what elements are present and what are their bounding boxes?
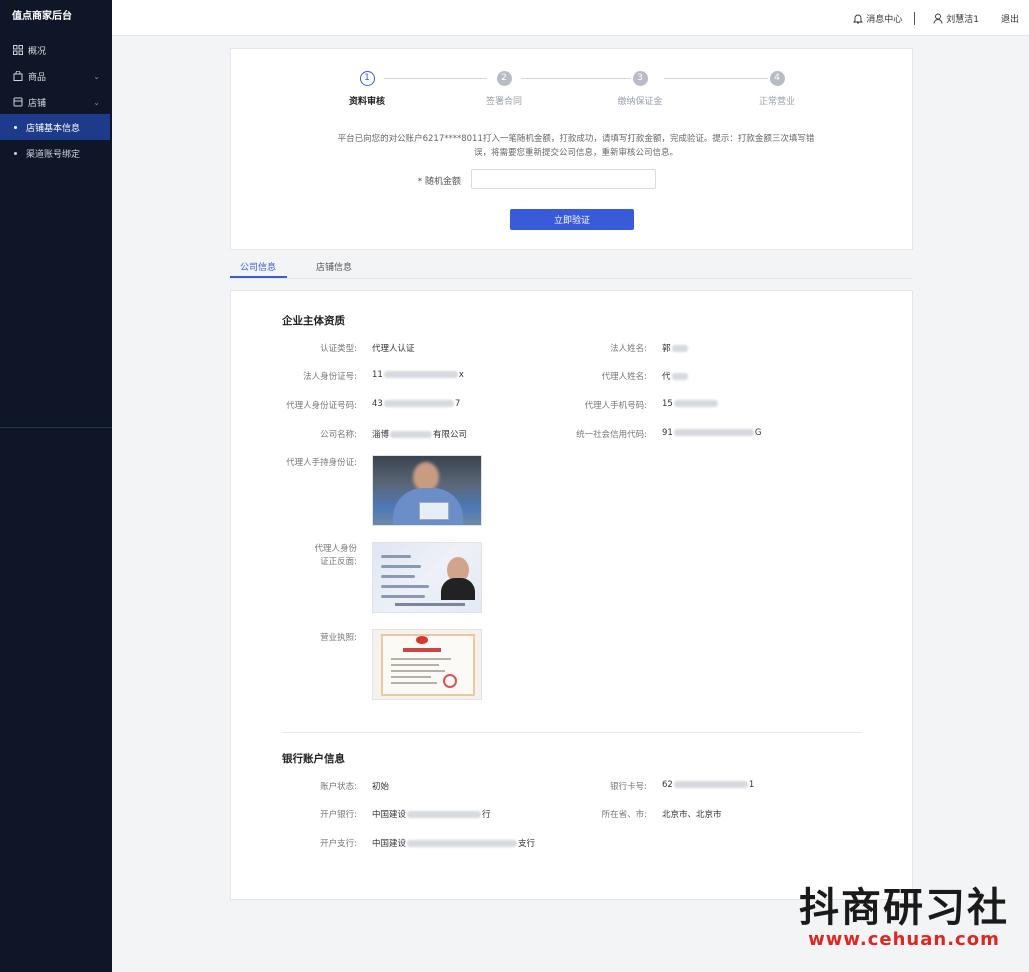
company-section-title: 企业主体资质 [282, 315, 345, 327]
chevron-down-icon: ⌄ [93, 71, 100, 81]
bag-icon [12, 71, 23, 82]
user-menu[interactable]: 刘慧洁1 [933, 12, 979, 25]
business-license-photo[interactable] [372, 629, 482, 700]
watermark: 抖商研习社 www.cehuan.com [799, 886, 1009, 950]
watermark-url: www.cehuan.com [808, 929, 1000, 950]
logout-label: 退出 [1000, 14, 1019, 25]
company-name-value: 淄博 有限公司 [372, 430, 468, 440]
branch-value: 中国建设 支行 [372, 839, 536, 849]
sidebar-item-channel-binding[interactable]: 渠道账号绑定 [0, 140, 110, 166]
brand-title: 值点商家后台 [12, 11, 72, 22]
agent-phone-value: 15 [662, 399, 719, 409]
step-number: 2 [496, 71, 512, 86]
section-divider [282, 732, 862, 733]
bank-card-value: 62 1 [662, 780, 755, 790]
dashboard-icon [12, 45, 23, 56]
step-3: 3 缴纳保证金 [590, 71, 690, 107]
verification-notice: 平台已向您的对公账户6217****8011打入一笔随机金额，打款成功，请填写打… [337, 134, 815, 158]
nav-label-products: 商品 [28, 72, 47, 83]
user-name: 刘慧洁1 [946, 14, 979, 25]
agent-id-front-back-label: 代理人身份证正反面: [314, 544, 357, 567]
message-center-link[interactable]: 消息中心 [853, 12, 902, 25]
bell-icon [853, 14, 864, 23]
branch-label: 开户支行: [320, 839, 357, 849]
verification-card: 1 资料审核 2 签署合同 3 缴纳保证金 4 正常营业 平台已向您的对公账户6… [230, 48, 913, 250]
amount-label: * 随机金额 [417, 177, 461, 187]
bullet-icon [14, 151, 17, 155]
bank-name-value: 中国建设行 [372, 810, 491, 820]
active-tab-indicator [230, 276, 287, 278]
cert-type-value: 代理人认证 [372, 344, 415, 354]
sidebar: 值点商家后台 概况 商品 ⌄ 店铺 ⌄ 店铺基本信息 渠道账号绑定 [0, 0, 112, 972]
step-label: 缴纳保证金 [617, 97, 663, 107]
step-4: 4 正常营业 [727, 71, 827, 107]
bank-name-label: 开户银行: [320, 810, 357, 820]
region-value: 北京市、北京市 [662, 810, 722, 820]
sub-label-store-basic-info: 店铺基本信息 [26, 123, 81, 134]
sub-label-channel-binding: 渠道账号绑定 [26, 149, 81, 160]
step-label: 资料审核 [348, 97, 385, 107]
bank-card-label: 银行卡号: [610, 782, 647, 792]
logout-link[interactable]: 退出 [1001, 12, 1019, 25]
nav-item-products[interactable]: 商品 ⌄ [0, 63, 112, 89]
nav-item-overview[interactable]: 概况 [0, 37, 112, 63]
legal-id-label: 法人身份证号: [303, 372, 357, 382]
legal-name-value: 郭 [662, 342, 689, 354]
bank-section-title: 银行账户信息 [282, 753, 345, 765]
company-info-card: 企业主体资质 认证类型: 代理人认证 法人姓名: 郭 法人身份证号: 11 x 代… [230, 290, 913, 900]
header-separator [914, 11, 916, 25]
cert-type-label: 认证类型: [320, 344, 357, 354]
agent-holding-id-photo[interactable] [372, 455, 482, 526]
account-status-value: 初始 [372, 782, 390, 792]
nav-label-overview: 概况 [28, 46, 47, 57]
step-2: 2 签署合同 [454, 71, 554, 107]
bullet-icon [14, 125, 17, 129]
legal-name-label: 法人姓名: [610, 344, 647, 354]
step-number: 1 [359, 71, 375, 86]
nav-item-store[interactable]: 店铺 ⌄ [0, 89, 112, 115]
sidebar-item-store-basic-info[interactable]: 店铺基本信息 [0, 114, 110, 140]
agent-name-label: 代理人姓名: [601, 372, 647, 382]
step-1: 1 资料审核 [317, 71, 417, 107]
top-header: 消息中心 刘慧洁1 退出 [112, 0, 1029, 36]
nav-label-store: 店铺 [28, 98, 47, 109]
account-status-label: 账户状态: [320, 782, 357, 792]
chevron-down-icon: ⌄ [93, 97, 100, 107]
user-icon [933, 13, 943, 24]
amount-input[interactable] [471, 169, 656, 189]
store-icon [12, 97, 23, 108]
id-card-photo[interactable] [372, 542, 482, 613]
agent-hold-id-label: 代理人手持身份证: [286, 458, 357, 468]
tab-store-info[interactable]: 店铺信息 [316, 260, 352, 273]
agent-id-label: 代理人身份证号码: [286, 401, 357, 411]
info-tabs: 公司信息 店铺信息 [230, 252, 913, 279]
credit-code-label: 统一社会信用代码: [576, 430, 647, 440]
agent-name-value: 代 [662, 370, 689, 382]
agent-id-value: 43 7 [372, 399, 461, 409]
legal-id-value: 11 x [372, 370, 464, 380]
tab-company-info[interactable]: 公司信息 [240, 260, 276, 273]
company-name-label: 公司名称: [320, 430, 357, 440]
region-label: 所在省、市: [601, 810, 647, 820]
watermark-title: 抖商研习社 [799, 885, 1009, 931]
sidebar-divider [0, 427, 112, 428]
credit-code-value: 91 G [662, 428, 762, 438]
step-label: 签署合同 [485, 97, 522, 107]
license-label: 营业执照: [320, 633, 357, 643]
verify-button[interactable]: 立即验证 [510, 209, 634, 230]
step-number: 3 [632, 71, 648, 86]
step-number: 4 [769, 71, 785, 86]
agent-phone-label: 代理人手机号码: [584, 401, 647, 411]
step-label: 正常营业 [758, 97, 795, 107]
message-center-label: 消息中心 [866, 14, 903, 25]
